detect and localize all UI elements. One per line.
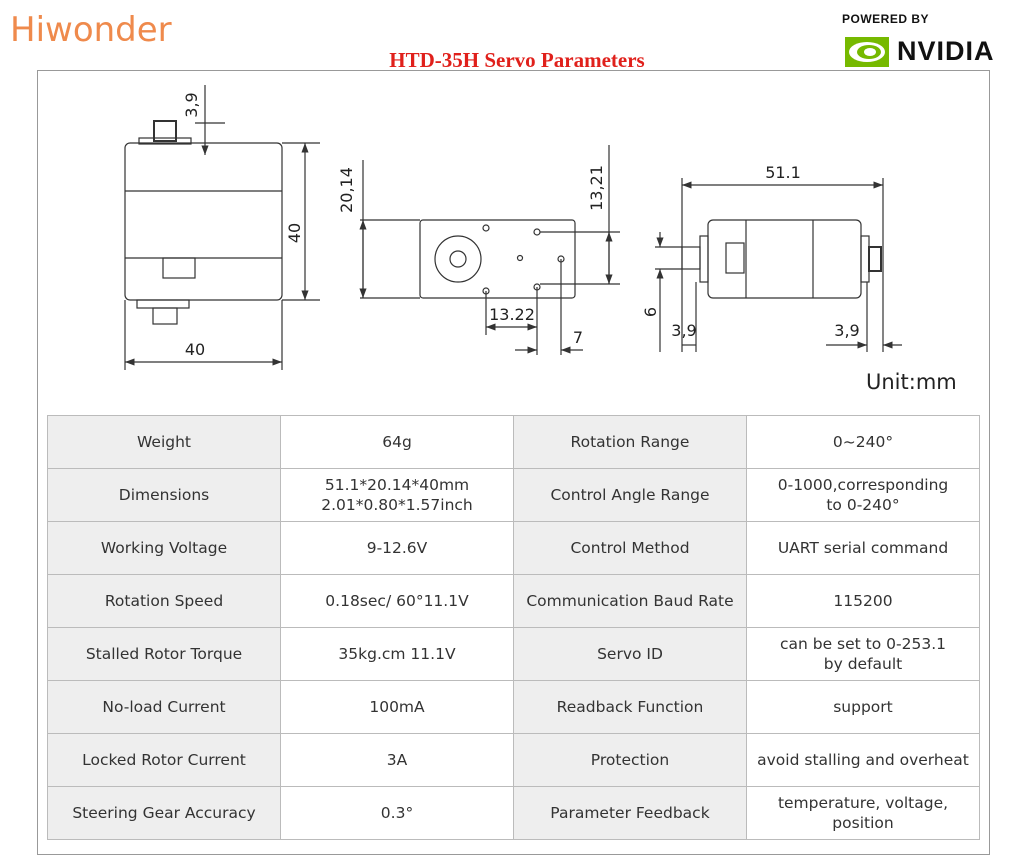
spec-row: Locked Rotor Current 3A Protection avoid st… — [47, 733, 980, 787]
spec-value: 51.1*20.14*40mm 2.01*0.80*1.57inch — [280, 468, 514, 522]
spec-label: Stalled Rotor Torque — [47, 627, 281, 681]
side-length-label: 51.1 — [765, 163, 801, 182]
spec-label: Rotation Range — [513, 415, 747, 469]
front-top-offset-label: 3,9 — [182, 92, 201, 117]
spec-row: No-load Current 100mA Readback Function sup… — [47, 680, 980, 734]
bottom-hole-spacing-v-label: 13,21 — [587, 165, 606, 211]
spec-value: UART serial command — [746, 521, 980, 575]
spec-value: 115200 — [746, 574, 980, 628]
spec-label: Locked Rotor Current — [47, 733, 281, 787]
side-right-offset-label: 3,9 — [834, 321, 859, 340]
side-left-offset-label: 3,9 — [671, 321, 696, 340]
spec-row: Stalled Rotor Torque 35kg.cm 11.1V Servo I… — [47, 627, 980, 681]
bottom-height-label: 20,14 — [337, 167, 356, 213]
front-width-label: 40 — [185, 340, 205, 359]
spec-table: Weight 64g Rotation Range 0~240° Dimensions 5… — [47, 415, 980, 840]
spec-row: Weight 64g Rotation Range 0~240° — [47, 415, 980, 469]
spec-label: Dimensions — [47, 468, 281, 522]
spec-value: 0-1000,corresponding to 0-240° — [746, 468, 980, 522]
spec-label: Protection — [513, 733, 747, 787]
spec-value: 35kg.cm 11.1V — [280, 627, 514, 681]
spec-value: 9-12.6V — [280, 521, 514, 575]
spec-label: Control Angle Range — [513, 468, 747, 522]
spec-label: Rotation Speed — [47, 574, 281, 628]
spec-row: Steering Gear Accuracy 0.3° Parameter Feed… — [47, 786, 980, 840]
unit-label: Unit:mm — [866, 370, 957, 394]
spec-row: Dimensions 51.1*20.14*40mm 2.01*0.80*1.57i… — [47, 468, 980, 522]
spec-value: avoid stalling and overheat — [746, 733, 980, 787]
spec-value: 0~240° — [746, 415, 980, 469]
spec-value: 0.3° — [280, 786, 514, 840]
spec-label: Weight — [47, 415, 281, 469]
spec-label: Steering Gear Accuracy — [47, 786, 281, 840]
bottom-hole-spacing-h-label: 13.22 — [489, 305, 535, 324]
spec-label: Servo ID — [513, 627, 747, 681]
spec-label: Communication Baud Rate — [513, 574, 747, 628]
page: Hiwonder HTD-35H Servo Parameters POWERE… — [0, 0, 1024, 865]
spec-row: Rotation Speed 0.18sec/ 60°11.1V Communica… — [47, 574, 980, 628]
spec-value: 100mA — [280, 680, 514, 734]
spec-value: 0.18sec/ 60°11.1V — [280, 574, 514, 628]
servo-dimension-drawing: 40 40 3,9 20,14 13,21 13.22 7 51.1 6 3,9… — [124, 85, 902, 370]
spec-label: Parameter Feedback — [513, 786, 747, 840]
spec-label: Readback Function — [513, 680, 747, 734]
side-shaft-label: 6 — [641, 307, 660, 317]
front-height-label: 40 — [285, 223, 304, 243]
spec-value: 3A — [280, 733, 514, 787]
spec-value: 64g — [280, 415, 514, 469]
spec-value: can be set to 0-253.1 by default — [746, 627, 980, 681]
spec-label: Control Method — [513, 521, 747, 575]
spec-row: Working Voltage 9-12.6V Control Method UART… — [47, 521, 980, 575]
spec-value: support — [746, 680, 980, 734]
bottom-edge-offset-label: 7 — [573, 328, 583, 347]
spec-label: Working Voltage — [47, 521, 281, 575]
spec-label: No-load Current — [47, 680, 281, 734]
spec-value: temperature, voltage, position — [746, 786, 980, 840]
